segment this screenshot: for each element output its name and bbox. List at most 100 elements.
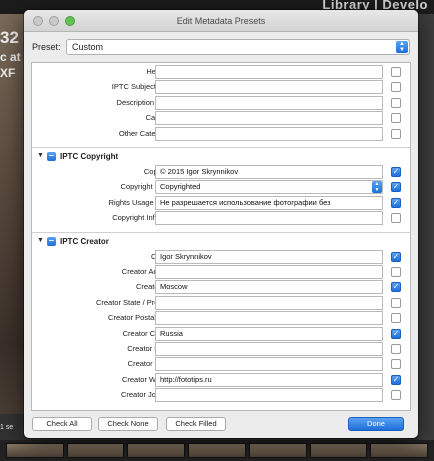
metadata-row: Creator Website http://fototips.ru ✓ — [32, 372, 410, 388]
section-divider — [32, 147, 410, 148]
check-filled-button[interactable]: Check Filled — [166, 417, 226, 431]
metadata-row: Creator Postal Code — [32, 311, 410, 326]
field-value: Russia — [160, 328, 183, 338]
field-checkbox[interactable] — [391, 213, 401, 224]
field-value: Moscow — [160, 282, 188, 292]
metadata-row: Creator State / Province — [32, 295, 410, 311]
section-title: IPTC Creator — [60, 236, 109, 246]
metadata-text-field[interactable]: http://fototips.ru — [155, 372, 383, 387]
field-checkbox[interactable]: ✓ — [391, 197, 401, 208]
dialog-titlebar[interactable]: Edit Metadata Presets — [24, 10, 418, 32]
preset-dropdown[interactable]: Custom ▲ ▼ — [66, 39, 410, 55]
metadata-row: Description Writer — [32, 95, 410, 111]
bg-text-fragment: XF — [0, 66, 16, 80]
filmstrip[interactable] — [0, 440, 434, 461]
metadata-text-field[interactable] — [155, 265, 383, 279]
dialog-title: Edit Metadata Presets — [176, 16, 266, 26]
bg-text-fragment: c at — [0, 50, 21, 64]
check-all-button[interactable]: Check All — [32, 417, 92, 431]
section-header[interactable]: ▼ – IPTC Creator — [32, 235, 410, 249]
filmstrip-thumbnail[interactable] — [248, 443, 307, 458]
done-button[interactable]: Done — [348, 417, 404, 431]
zoom-window-icon[interactable] — [65, 16, 75, 26]
field-checkbox[interactable] — [391, 267, 401, 277]
metadata-text-field[interactable] — [155, 211, 383, 226]
bg-text-fragment: 1 se — [0, 424, 14, 431]
copyright-status-dropdown[interactable]: Copyrighted ▲ ▼ — [155, 180, 383, 195]
field-value: Copyrighted — [160, 182, 201, 192]
bg-text-fragment: 32 — [0, 28, 19, 47]
field-checkbox[interactable] — [391, 113, 401, 124]
metadata-row: Rights Usage Terms Не разрешается использ… — [32, 195, 410, 211]
metadata-text-field[interactable] — [155, 126, 383, 141]
field-checkbox[interactable]: ✓ — [391, 282, 401, 293]
check-none-button[interactable]: Check None — [98, 417, 158, 431]
metadata-row: Copyright Status Copyrighted ▲ ▼ ✓ — [32, 180, 410, 195]
metadata-text-field[interactable] — [155, 342, 383, 356]
field-checkbox[interactable] — [391, 359, 401, 370]
field-checkbox[interactable] — [391, 297, 401, 308]
window-controls — [33, 16, 75, 26]
field-checkbox[interactable] — [391, 313, 401, 324]
metadata-row: Headline — [32, 65, 410, 80]
metadata-row: Category — [32, 111, 410, 126]
metadata-text-field[interactable]: Не разрешается использование фотографии … — [155, 195, 383, 210]
field-checkbox[interactable]: ✓ — [391, 374, 401, 385]
metadata-row: Creator Job Title — [32, 388, 410, 403]
field-checkbox[interactable] — [391, 390, 401, 401]
field-checkbox[interactable] — [391, 67, 401, 77]
filmstrip-thumbnail[interactable] — [127, 443, 186, 458]
metadata-row: Copyright Info URL — [32, 211, 410, 226]
disclosure-triangle-icon[interactable]: ▼ — [37, 152, 44, 159]
field-value: http://fototips.ru — [160, 374, 212, 384]
metadata-text-field[interactable] — [155, 357, 383, 372]
disclosure-triangle-icon[interactable]: ▼ — [37, 237, 44, 244]
section-minus-checkbox-icon[interactable]: – — [47, 151, 56, 161]
metadata-text-field[interactable] — [155, 311, 383, 326]
metadata-text-field[interactable] — [155, 80, 383, 95]
minimize-window-icon[interactable] — [49, 16, 59, 26]
filmstrip-thumbnail[interactable] — [309, 443, 368, 458]
preset-value: Custom — [72, 42, 104, 52]
metadata-text-field[interactable]: Igor Skrynnikov — [155, 249, 383, 264]
metadata-row: Creator Country Russia ✓ — [32, 326, 410, 342]
metadata-row: Other Categories — [32, 126, 410, 142]
field-checkbox[interactable] — [391, 82, 401, 93]
section-minus-checkbox-icon[interactable]: – — [47, 235, 56, 246]
metadata-row: Creator CityMoscow✓ — [32, 280, 410, 295]
edit-metadata-presets-dialog: Edit Metadata Presets Preset: Custom ▲ ▼ … — [24, 10, 418, 438]
metadata-row: Creator Phone — [32, 342, 410, 357]
metadata-text-field[interactable] — [155, 65, 383, 79]
field-checkbox[interactable]: ✓ — [391, 251, 401, 262]
section-divider — [32, 231, 410, 233]
field-checkbox[interactable] — [391, 97, 401, 108]
metadata-row: Creator Address — [32, 265, 410, 280]
metadata-text-field[interactable]: Moscow — [155, 280, 383, 295]
preset-row: Preset: Custom ▲ ▼ — [32, 39, 410, 55]
close-window-icon[interactable] — [33, 16, 43, 26]
filmstrip-thumbnail[interactable] — [6, 443, 64, 458]
metadata-row: CreatorIgor Skrynnikov✓ — [32, 249, 410, 265]
filmstrip-thumbnail[interactable] — [370, 443, 429, 458]
metadata-text-field[interactable]: Russia — [155, 326, 383, 341]
right-panel-edge — [418, 14, 434, 440]
metadata-text-field[interactable] — [155, 95, 383, 110]
metadata-text-field[interactable]: © 2015 Igor Skrynnikov — [155, 165, 383, 179]
metadata-fields-panel[interactable]: HeadlineIPTC Subject CodeDescription Wri… — [31, 62, 411, 411]
metadata-row: IPTC Subject Code — [32, 80, 410, 95]
filmstrip-thumbnail[interactable] — [188, 443, 246, 458]
metadata-text-field[interactable] — [155, 295, 383, 310]
field-checkbox[interactable]: ✓ — [391, 167, 401, 177]
metadata-text-field[interactable] — [155, 111, 383, 126]
field-value: © 2015 Igor Skrynnikov — [160, 167, 239, 176]
metadata-text-field[interactable] — [155, 388, 383, 403]
field-checkbox[interactable]: ✓ — [391, 182, 401, 193]
metadata-row: Copyright© 2015 Igor Skrynnikov✓ — [32, 165, 410, 180]
field-checkbox[interactable] — [391, 344, 401, 354]
field-checkbox[interactable]: ✓ — [391, 328, 401, 339]
section-header[interactable]: ▼ – IPTC Copyright — [32, 150, 410, 164]
filmstrip-thumbnail[interactable] — [66, 443, 125, 458]
field-value: Igor Skrynnikov — [160, 251, 212, 261]
field-checkbox[interactable] — [391, 128, 401, 139]
metadata-row: Creator E-Mail — [32, 357, 410, 372]
